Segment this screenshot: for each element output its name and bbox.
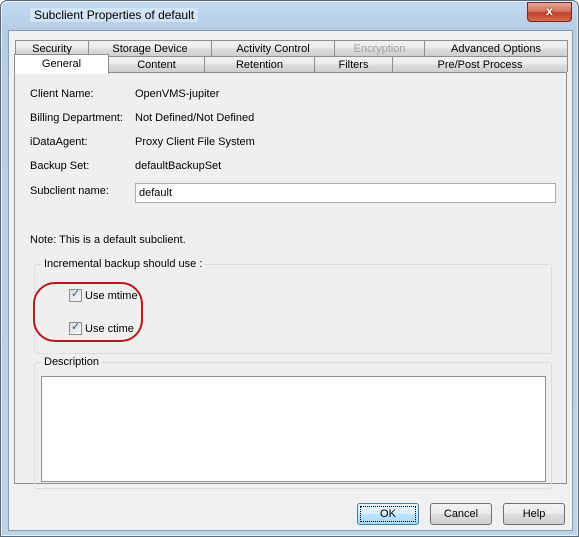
- tab-activity-control[interactable]: Activity Control: [211, 40, 335, 56]
- general-tab-panel: Client Name: OpenVMS-jupiter Billing Dep…: [14, 72, 567, 489]
- title-bar[interactable]: Subclient Properties of default x: [1, 1, 578, 29]
- tab-retention[interactable]: Retention: [204, 56, 315, 72]
- default-subclient-note: Note: This is a default subclient.: [30, 234, 186, 246]
- tab-general[interactable]: General: [14, 54, 109, 74]
- idataagent-label: iDataAgent:: [30, 136, 88, 148]
- subclient-name-input[interactable]: default: [135, 183, 556, 203]
- subclient-name-label: Subclient name:: [30, 185, 109, 197]
- tab-pre-post-process[interactable]: Pre/Post Process: [392, 56, 568, 72]
- incremental-backup-group-label: Incremental backup should use :: [42, 258, 205, 270]
- close-icon: x: [546, 4, 553, 18]
- tab-advanced-options[interactable]: Advanced Options: [424, 40, 568, 56]
- tab-filters[interactable]: Filters: [314, 56, 393, 72]
- backup-set-label: Backup Set:: [30, 160, 90, 172]
- billing-department-value: Not Defined/Not Defined: [135, 112, 255, 124]
- description-textarea[interactable]: [41, 376, 546, 482]
- idataagent-value: Proxy Client File System: [135, 136, 255, 148]
- dialog-body: Security Storage Device Activity Control…: [8, 30, 573, 531]
- annotation-highlight-ellipse: [33, 282, 143, 342]
- dialog-window: Subclient Properties of default x Securi…: [0, 0, 579, 537]
- backup-set-value: defaultBackupSet: [135, 160, 222, 172]
- client-name-value: OpenVMS-jupiter: [135, 88, 220, 100]
- description-label: Description: [42, 356, 102, 368]
- focus-rectangle: [360, 506, 416, 522]
- ok-button[interactable]: OK: [357, 503, 419, 525]
- close-button[interactable]: x: [527, 2, 572, 22]
- client-name-label: Client Name:: [30, 88, 94, 100]
- tab-content[interactable]: Content: [108, 56, 205, 72]
- cancel-button[interactable]: Cancel: [430, 503, 492, 525]
- help-button[interactable]: Help: [503, 503, 565, 525]
- window-title: Subclient Properties of default: [30, 8, 199, 22]
- tab-encryption: Encryption: [334, 40, 425, 56]
- billing-department-label: Billing Department:: [30, 112, 123, 124]
- description-group: Description: [34, 356, 552, 489]
